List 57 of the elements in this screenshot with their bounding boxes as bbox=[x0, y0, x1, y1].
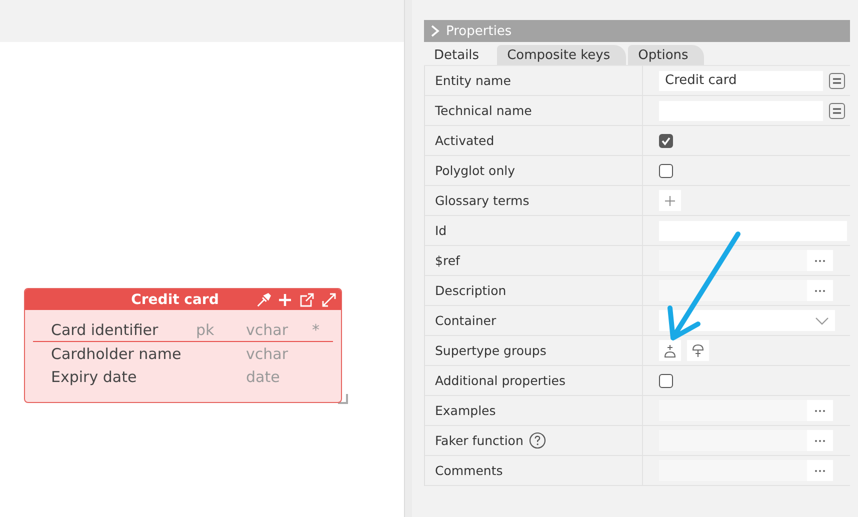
attribute-name: Card identifier bbox=[51, 320, 160, 338]
input-field[interactable] bbox=[659, 250, 807, 271]
key-label: pk bbox=[196, 320, 216, 338]
chevron-down-icon[interactable] bbox=[815, 316, 829, 324]
checkbox[interactable] bbox=[659, 374, 673, 388]
external-link-icon[interactable] bbox=[299, 292, 315, 308]
property-label: Id bbox=[435, 223, 447, 238]
menu-button[interactable] bbox=[829, 102, 845, 118]
menu-icon[interactable] bbox=[832, 76, 842, 86]
attribute-type: vchar bbox=[246, 320, 289, 338]
menu-button[interactable] bbox=[829, 72, 845, 88]
ellipsis-icon[interactable] bbox=[814, 288, 826, 292]
tab[interactable]: Composite keys bbox=[497, 45, 626, 65]
checkbox[interactable] bbox=[659, 164, 673, 178]
plus-icon[interactable] bbox=[665, 196, 675, 206]
property-label: Technical name bbox=[435, 103, 532, 118]
add-supertype-button[interactable] bbox=[659, 340, 681, 361]
pipette-icon[interactable] bbox=[255, 292, 271, 308]
expand-icon[interactable] bbox=[321, 292, 337, 308]
chevron-icon[interactable] bbox=[430, 25, 440, 37]
add-button[interactable] bbox=[659, 190, 681, 211]
input-field[interactable]: Credit card bbox=[659, 70, 823, 90]
supertype-button[interactable] bbox=[687, 340, 709, 361]
ellipsis-icon[interactable] bbox=[814, 438, 826, 442]
property-label: Faker function bbox=[435, 433, 524, 448]
ellipsis-icon[interactable] bbox=[814, 468, 826, 472]
property-label: Description bbox=[435, 283, 506, 298]
input-field[interactable] bbox=[659, 280, 807, 301]
dome-stem-icon[interactable] bbox=[691, 344, 705, 358]
menu-icon[interactable] bbox=[832, 106, 842, 116]
input-field[interactable] bbox=[659, 220, 847, 240]
ellipsis-icon[interactable] bbox=[814, 258, 826, 262]
required-mark: * bbox=[312, 320, 320, 338]
property-label: Supertype groups bbox=[435, 343, 546, 358]
help-icon[interactable] bbox=[529, 432, 546, 449]
property-label: Comments bbox=[435, 463, 503, 478]
property-label: Entity name bbox=[435, 73, 511, 88]
attribute-name: Cardholder name bbox=[51, 344, 182, 362]
panel-title: Properties bbox=[446, 24, 512, 38]
entity-title: Credit card bbox=[130, 292, 220, 308]
property-label: Polyglot only bbox=[435, 163, 515, 178]
attribute-name: Expiry date bbox=[51, 368, 138, 386]
property-label: Container bbox=[435, 313, 496, 328]
resize-handle[interactable] bbox=[338, 394, 348, 404]
property-label: Additional properties bbox=[435, 373, 566, 388]
dome-plus-icon[interactable] bbox=[663, 344, 677, 358]
property-label: Activated bbox=[435, 133, 494, 148]
property-label: $ref bbox=[435, 253, 460, 268]
dropdown[interactable] bbox=[659, 310, 835, 331]
attribute-type: vchar bbox=[246, 344, 289, 362]
property-label: Examples bbox=[435, 403, 496, 418]
entity-card[interactable]: Credit card Card identifier pk vchar * Cardholder name vchar Expiry date date bbox=[24, 288, 342, 403]
property-label: Glossary terms bbox=[435, 193, 530, 208]
attribute-type: date bbox=[246, 368, 281, 386]
checkbox[interactable] bbox=[659, 134, 673, 148]
tab[interactable]: Options bbox=[628, 45, 704, 65]
ellipsis-icon[interactable] bbox=[814, 408, 826, 412]
